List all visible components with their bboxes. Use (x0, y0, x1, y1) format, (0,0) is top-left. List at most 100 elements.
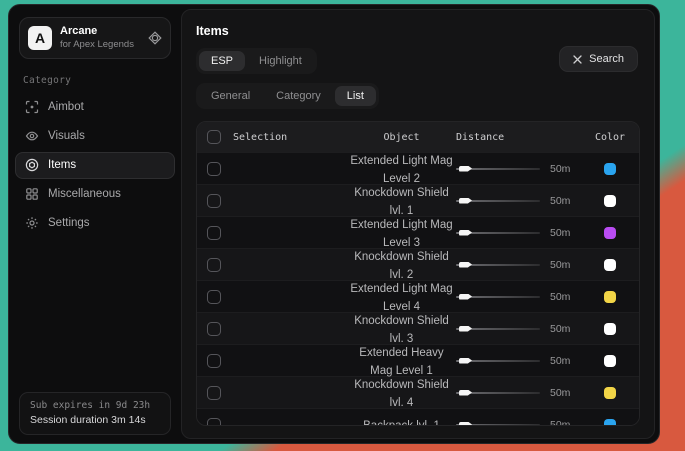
row-checkbox[interactable] (207, 194, 221, 208)
object-name: Extended Light Mag Level 3 (350, 219, 452, 249)
distance-slider[interactable] (456, 291, 540, 303)
app-subtitle: for Apex Legends (60, 39, 140, 51)
distance-slider[interactable] (456, 195, 540, 207)
app-name: Arcane (60, 25, 140, 39)
distance-value: 50m (550, 195, 570, 207)
distance-slider[interactable] (456, 259, 540, 271)
compass-badge-icon[interactable] (148, 31, 162, 45)
slider-thumb[interactable] (459, 358, 472, 364)
mode-tabs: ESP Highlight (196, 48, 317, 74)
app-meta: Arcane for Apex Legends (60, 25, 140, 51)
color-swatch[interactable] (604, 419, 616, 427)
crosshair-icon (25, 100, 39, 114)
tab-highlight[interactable]: Highlight (247, 51, 314, 71)
object-name: Knockdown Shield lvl. 2 (354, 251, 449, 281)
page-title: Items (196, 24, 640, 38)
color-swatch[interactable] (604, 387, 616, 399)
table-row[interactable]: Backpack lvl. 1 50m (197, 408, 639, 426)
table-row[interactable]: Knockdown Shield lvl. 3 50m (197, 312, 639, 344)
row-checkbox[interactable] (207, 226, 221, 240)
color-swatch[interactable] (604, 291, 616, 303)
color-swatch[interactable] (604, 323, 616, 335)
sidebar-item-visuals[interactable]: Visuals (15, 123, 175, 150)
column-header-color: Color (591, 132, 629, 143)
tab-category[interactable]: Category (264, 86, 333, 106)
object-name: Extended Light Mag Level 4 (350, 283, 452, 313)
close-icon (573, 55, 582, 64)
table-row[interactable]: Extended Light Mag Level 4 50m (197, 280, 639, 312)
distance-slider[interactable] (456, 227, 540, 239)
distance-value: 50m (550, 259, 570, 271)
table-row[interactable]: Extended Light Mag Level 2 50m (197, 152, 639, 184)
object-name: Extended Heavy Mag Level 1 (359, 347, 443, 377)
session-duration-text: Session duration 3m 14s (30, 414, 160, 426)
table-row[interactable]: Knockdown Shield lvl. 1 50m (197, 184, 639, 216)
distance-slider[interactable] (456, 355, 540, 367)
slider-thumb[interactable] (459, 166, 472, 172)
distance-value: 50m (550, 355, 570, 367)
slider-thumb[interactable] (459, 198, 472, 204)
color-swatch[interactable] (604, 355, 616, 367)
tab-list[interactable]: List (335, 86, 376, 106)
object-name: Knockdown Shield lvl. 3 (354, 315, 449, 345)
app-header-card[interactable]: A Arcane for Apex Legends (19, 17, 171, 59)
slider-thumb[interactable] (459, 262, 472, 268)
table-row[interactable]: Knockdown Shield lvl. 4 50m (197, 376, 639, 408)
slider-thumb[interactable] (459, 294, 472, 300)
grid-icon (25, 187, 39, 201)
object-name: Knockdown Shield lvl. 4 (354, 379, 449, 409)
slider-thumb[interactable] (459, 422, 472, 427)
eye-icon (25, 129, 39, 143)
table-row[interactable]: Extended Light Mag Level 3 50m (197, 216, 639, 248)
row-checkbox[interactable] (207, 418, 221, 427)
sidebar-item-label: Aimbot (48, 101, 84, 113)
tab-general[interactable]: General (199, 86, 262, 106)
items-table: Selection Object Distance Color Extended… (196, 121, 640, 426)
sidebar-item-label: Visuals (48, 130, 85, 142)
sidebar: A Arcane for Apex Legends Category (9, 5, 181, 443)
object-name: Backpack lvl. 1 (363, 420, 440, 427)
object-name: Extended Light Mag Level 2 (350, 155, 452, 185)
distance-value: 50m (550, 419, 570, 427)
search-button[interactable]: Search (559, 46, 638, 72)
distance-slider[interactable] (456, 387, 540, 399)
gear-icon (25, 216, 39, 230)
color-swatch[interactable] (604, 227, 616, 239)
slider-thumb[interactable] (459, 230, 472, 236)
sidebar-item-aimbot[interactable]: Aimbot (15, 94, 175, 121)
distance-slider[interactable] (456, 419, 540, 427)
column-header-selection: Selection (233, 132, 287, 143)
table-row[interactable]: Extended Heavy Mag Level 1 50m (197, 344, 639, 376)
row-checkbox[interactable] (207, 322, 221, 336)
distance-slider[interactable] (456, 323, 540, 335)
color-swatch[interactable] (604, 259, 616, 271)
view-tabs: General Category List (196, 83, 379, 109)
column-header-distance: Distance (456, 132, 591, 143)
color-swatch[interactable] (604, 195, 616, 207)
sidebar-item-miscellaneous[interactable]: Miscellaneous (15, 181, 175, 208)
color-swatch[interactable] (604, 163, 616, 175)
row-checkbox[interactable] (207, 162, 221, 176)
table-row[interactable]: Knockdown Shield lvl. 2 50m (197, 248, 639, 280)
row-checkbox[interactable] (207, 258, 221, 272)
desktop-background: A Arcane for Apex Legends Category (0, 0, 685, 451)
slider-thumb[interactable] (459, 390, 472, 396)
sidebar-item-items[interactable]: Items (15, 152, 175, 179)
tab-esp[interactable]: ESP (199, 51, 245, 71)
app-window: A Arcane for Apex Legends Category (8, 4, 660, 444)
category-section-label: Category (23, 75, 167, 86)
app-logo: A (28, 26, 52, 50)
distance-value: 50m (550, 387, 570, 399)
row-checkbox[interactable] (207, 290, 221, 304)
select-all-checkbox[interactable] (207, 130, 221, 144)
row-checkbox[interactable] (207, 386, 221, 400)
distance-slider[interactable] (456, 163, 540, 175)
object-name: Knockdown Shield lvl. 1 (354, 187, 449, 217)
main-panel: Items ESP Highlight General Category Lis… (181, 9, 655, 439)
slider-thumb[interactable] (459, 326, 472, 332)
row-checkbox[interactable] (207, 354, 221, 368)
sidebar-item-settings[interactable]: Settings (15, 210, 175, 237)
table-header-row: Selection Object Distance Color (197, 122, 639, 152)
column-header-object: Object (347, 132, 456, 143)
sidebar-item-label: Items (48, 159, 76, 171)
